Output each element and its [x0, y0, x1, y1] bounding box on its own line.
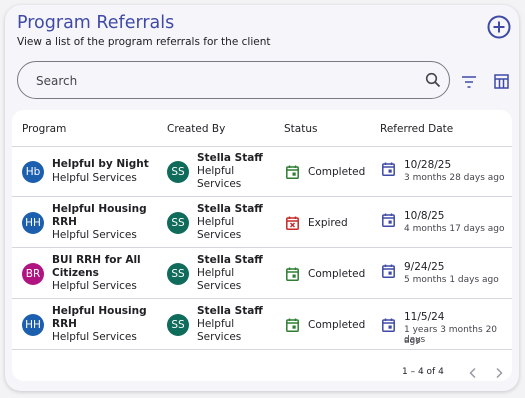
creator-org-line1: Helpful [197, 216, 235, 228]
filter-icon[interactable] [461, 75, 477, 89]
calendar-x-icon [286, 216, 299, 230]
program-name-line2: Citizens [52, 267, 99, 279]
search-icon[interactable] [425, 72, 441, 88]
program-org: Helpful Services [52, 172, 137, 184]
program-name: BUI RRH for All [52, 254, 141, 266]
column-header-program[interactable]: Program [22, 123, 66, 135]
search-input[interactable]: Search [17, 61, 450, 99]
referred-relative: 3 months 28 days ago [404, 173, 505, 183]
calendar-icon [382, 162, 395, 176]
creator-avatar: SS [167, 263, 189, 285]
table-row[interactable]: BR BUI RRH for All Citizens Helpful Serv… [12, 249, 512, 299]
status-text: Expired [308, 217, 348, 229]
column-header-created-by[interactable]: Created By [167, 123, 225, 135]
table-row[interactable]: HH Helpful Housing RRH Helpful Services … [12, 198, 512, 248]
creator-org-line2: Services [197, 229, 242, 241]
page-subtitle: View a list of the program referrals for… [17, 36, 271, 48]
creator-org-line2: Services [197, 178, 242, 190]
program-name: Helpful Housing [52, 305, 147, 317]
search-placeholder: Search [36, 74, 78, 88]
pagination-range: 1 – 4 of 4 [402, 367, 444, 377]
program-name-line2: RRH [52, 318, 77, 330]
table-row[interactable]: HH Helpful Housing RRH Helpful Services … [12, 300, 512, 350]
program-avatar: Hb [22, 161, 44, 183]
creator-org-line2: Services [197, 331, 242, 343]
status-text: Completed [308, 268, 366, 280]
program-avatar: HH [22, 212, 44, 234]
calendar-icon [382, 264, 395, 278]
program-referrals-card: Program Referrals View a list of the pro… [5, 5, 519, 391]
referred-date: 10/28/25 [404, 159, 452, 171]
calendar-icon [382, 318, 395, 332]
column-header-referred-date[interactable]: Referred Date [380, 123, 453, 135]
referrals-table: Program Created By Status Referred Date … [12, 110, 512, 381]
referred-relative: 5 months 1 days ago [404, 275, 499, 285]
table-columns-icon[interactable] [494, 74, 509, 89]
creator-name: Stella Staff [197, 254, 263, 266]
referred-date: 9/24/25 [404, 261, 445, 273]
page-title: Program Referrals [17, 13, 175, 33]
referred-relative: 4 months 17 days ago [404, 224, 505, 234]
calendar-check-icon [286, 267, 299, 281]
plus-circle-icon[interactable] [487, 15, 511, 39]
creator-avatar: SS [167, 314, 189, 336]
creator-avatar: SS [167, 212, 189, 234]
column-header-status[interactable]: Status [284, 123, 317, 135]
status-text: Completed [308, 319, 366, 331]
creator-org-line1: Helpful [197, 267, 235, 279]
program-org: Helpful Services [52, 331, 137, 343]
table-row[interactable]: Hb Helpful by Night Helpful Services SS … [12, 147, 512, 197]
referred-date: 10/8/25 [404, 210, 445, 222]
creator-avatar: SS [167, 161, 189, 183]
creator-name: Stella Staff [197, 203, 263, 215]
calendar-check-icon [286, 165, 299, 179]
creator-name: Stella Staff [197, 152, 263, 164]
referred-relative-line2: ago [404, 336, 421, 346]
program-org: Helpful Services [52, 280, 137, 292]
program-name-line2: RRH [52, 216, 77, 228]
program-org: Helpful Services [52, 229, 137, 241]
program-avatar: HH [22, 314, 44, 336]
status-text: Completed [308, 166, 366, 178]
creator-name: Stella Staff [197, 305, 263, 317]
calendar-icon [382, 213, 395, 227]
creator-org-line1: Helpful [197, 165, 235, 177]
calendar-check-icon [286, 318, 299, 332]
program-name: Helpful Housing [52, 203, 147, 215]
chevron-left-icon[interactable] [468, 367, 478, 379]
program-avatar: BR [22, 263, 44, 285]
referred-date: 11/5/24 [404, 311, 445, 323]
creator-org-line2: Services [197, 280, 242, 292]
chevron-right-icon[interactable] [494, 367, 504, 379]
table-header: Program Created By Status Referred Date [12, 110, 512, 147]
creator-org-line1: Helpful [197, 318, 235, 330]
program-name: Helpful by Night [52, 158, 149, 170]
